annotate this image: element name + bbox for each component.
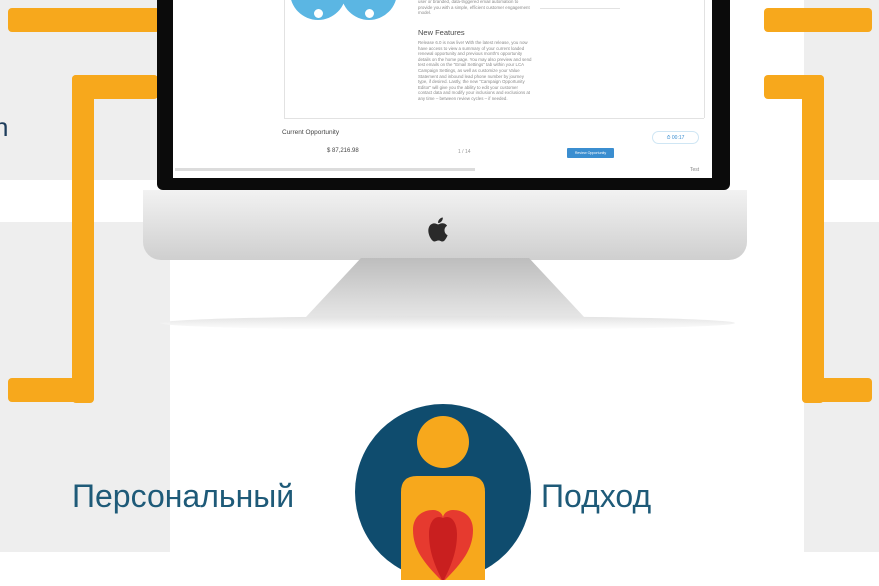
person-heart-icon	[355, 404, 531, 580]
screen-circle-badge-1	[313, 8, 324, 19]
screen-new-features-body: Release 6.0 is now live! With the latest…	[418, 40, 532, 101]
monitor-stand	[305, 258, 585, 318]
screen-footer-strip	[175, 168, 475, 171]
screen-section-divider	[284, 118, 704, 119]
screen-circle-badge-2	[364, 8, 375, 19]
screen-right-rule	[704, 0, 705, 118]
timer-pill: ⏱ 00:17	[652, 131, 699, 144]
bracket-left-vertical	[72, 75, 94, 403]
bracket-right-top	[764, 8, 872, 32]
caption-left-word: Персональный	[72, 478, 295, 514]
screen-new-features-heading: New Features	[418, 28, 465, 37]
screen-intro-text: user or branded, data-triggered email au…	[418, 0, 530, 16]
screen-left-rule	[284, 0, 285, 118]
bracket-left-top	[8, 8, 160, 32]
timer-icon: ⏱	[666, 135, 671, 141]
left-edge-glyph: n	[0, 112, 9, 142]
bracket-left-arm-bottom	[8, 378, 94, 402]
apple-logo-icon	[428, 217, 448, 242]
timer-value: 00:17	[671, 135, 685, 141]
current-opportunity-label: Current Opportunity	[282, 129, 340, 136]
monitor-stand-base	[160, 316, 735, 330]
bracket-right-vertical	[802, 75, 824, 403]
review-opportunity-button[interactable]: Review Opportunity	[567, 148, 614, 158]
bracket-right-arm-bottom	[802, 378, 872, 402]
test-label: Test	[690, 167, 700, 173]
page-indicator: 1 / 14	[458, 149, 471, 155]
caption-right-word: Подход	[541, 478, 652, 514]
screen-top-rule	[540, 8, 620, 9]
opportunity-amount: $ 87,216.98	[327, 148, 359, 154]
